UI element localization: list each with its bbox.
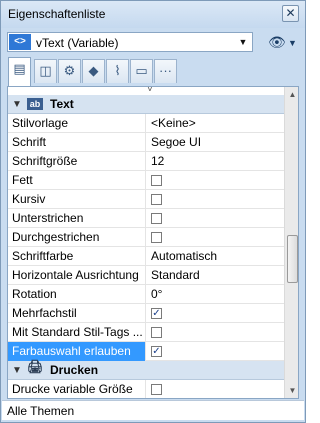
property-value — [147, 209, 283, 228]
scroll-down-icon[interactable]: ▼ — [285, 383, 298, 398]
property-value — [147, 380, 283, 398]
property-row-farbauswahl-erlauben[interactable]: Farbauswahl erlauben ✓ — [8, 342, 284, 361]
group-label: Text — [50, 97, 74, 111]
checkbox-checked[interactable]: ✓ — [151, 346, 162, 357]
vertical-scrollbar[interactable]: ▲ ▼ — [284, 87, 298, 398]
group-header-drucken[interactable]: ▼ 🖨 Drucken — [8, 359, 284, 380]
checkbox[interactable] — [151, 232, 162, 243]
property-value — [147, 190, 283, 209]
scrollbar-thumb[interactable] — [287, 235, 298, 283]
chart-icon: ⌇ — [114, 63, 121, 78]
property-label: Durchgestrichen — [8, 228, 146, 247]
window-title: Eigenschaftenliste — [8, 7, 106, 21]
property-row-schrift[interactable]: Schrift Segoe UI — [8, 133, 284, 152]
property-label: Unterstrichen — [8, 209, 146, 228]
property-row-fett[interactable]: Fett — [8, 171, 284, 190]
property-value — [147, 323, 283, 342]
object-selector[interactable]: <> vText (Variable) ▼ — [7, 32, 253, 52]
property-row-schriftgroesse[interactable]: Schriftgröße 12 — [8, 152, 284, 171]
scroll-up-icon[interactable]: ▲ — [285, 87, 298, 102]
tab-settings[interactable]: ⚙ — [58, 59, 81, 83]
property-label: Horizontale Ausrichtung — [8, 266, 146, 285]
property-row-horizontale-ausrichtung[interactable]: Horizontale Ausrichtung Standard — [8, 266, 284, 285]
title-bar[interactable]: Eigenschaftenliste ✕ — [1, 1, 305, 28]
checkbox[interactable] — [151, 213, 162, 224]
property-label: Mehrfachstil — [8, 304, 146, 323]
cut-off-row-indicator: ˅ — [147, 86, 153, 95]
chevron-down-icon: ▼ — [288, 38, 297, 48]
shapes-icon: ◆ — [88, 63, 99, 78]
property-value[interactable]: Segoe UI — [147, 133, 283, 152]
property-row-stilvorlage[interactable]: Stilvorlage <Keine> — [8, 114, 284, 133]
property-value[interactable]: 12 — [147, 152, 283, 171]
property-row-unterstrichen[interactable]: Unterstrichen — [8, 209, 284, 228]
gear-icon: ⚙ — [63, 63, 76, 78]
property-label: Rotation — [8, 285, 146, 304]
printer-icon: 🖨 — [27, 359, 44, 374]
property-row-mehrfachstil[interactable]: Mehrfachstil ✓ — [8, 304, 284, 323]
property-value[interactable]: 0° — [147, 285, 283, 304]
property-label: Drucke variable Größe — [8, 380, 146, 398]
checkbox[interactable] — [151, 327, 162, 338]
group-header-text[interactable]: ▼ ab Text — [8, 95, 284, 114]
tab-shapes[interactable]: ◆ — [82, 59, 105, 83]
property-value — [147, 228, 283, 247]
checkbox[interactable] — [151, 194, 162, 205]
group-label: Drucken — [50, 363, 99, 377]
property-grid: ˅ ▼ ab Text Stilvorlage <Keine> Schrift … — [7, 86, 299, 399]
eye-icon: 👁 — [268, 34, 286, 50]
property-row-drucke-variable-groesse[interactable]: Drucke variable Größe — [8, 380, 284, 398]
tab-layout[interactable]: ◫ — [34, 59, 57, 83]
property-label: Schrift — [8, 133, 146, 152]
list-icon: ▤ — [13, 61, 26, 76]
property-value — [147, 171, 283, 190]
property-value[interactable]: <Keine> — [147, 114, 283, 133]
view-options-button[interactable]: 👁 ▼ — [266, 32, 300, 52]
checkbox[interactable] — [151, 384, 162, 395]
close-button[interactable]: ✕ — [282, 5, 299, 22]
property-value[interactable]: Automatisch — [147, 247, 283, 266]
checkbox[interactable] — [151, 175, 162, 186]
property-label: Mit Standard Stil-Tags ... — [8, 323, 146, 342]
status-bar: Alle Themen — [2, 400, 304, 420]
status-text: Alle Themen — [7, 404, 75, 418]
category-tab-bar: ▤ ◫ ⚙ ◆ ⌇ ▭ ··· — [7, 57, 299, 87]
property-row-schriftfarbe[interactable]: Schriftfarbe Automatisch — [8, 247, 284, 266]
property-label: Fett — [8, 171, 146, 190]
monitor-icon: ▭ — [135, 63, 148, 78]
layout-icon: ◫ — [39, 63, 52, 78]
close-icon: ✕ — [285, 6, 296, 20]
checkbox-checked[interactable]: ✓ — [151, 308, 162, 319]
property-list-window: Eigenschaftenliste ✕ <> vText (Variable)… — [0, 0, 306, 423]
property-label: Kursiv — [8, 190, 146, 209]
property-value: ✓ — [147, 342, 283, 361]
property-value[interactable]: Standard — [147, 266, 283, 285]
collapse-icon[interactable]: ▼ — [12, 95, 22, 114]
text-variable-icon: ab — [27, 98, 43, 110]
tab-properties[interactable]: ▤ — [8, 57, 31, 86]
tab-display[interactable]: ▭ — [130, 59, 153, 83]
object-nav-arrows-icon[interactable]: <> — [9, 34, 31, 50]
property-row-durchgestrichen[interactable]: Durchgestrichen — [8, 228, 284, 247]
property-value: ✓ — [147, 304, 283, 323]
tab-more[interactable]: ··· — [154, 59, 177, 83]
property-label: Stilvorlage — [8, 114, 146, 133]
more-icon: ··· — [159, 63, 172, 78]
tab-chart[interactable]: ⌇ — [106, 59, 129, 83]
property-label: Schriftgröße — [8, 152, 146, 171]
object-selector-value: vText (Variable) — [36, 36, 119, 50]
chevron-down-icon[interactable]: ▼ — [236, 35, 250, 49]
property-label: Schriftfarbe — [8, 247, 146, 266]
collapse-icon[interactable]: ▼ — [12, 361, 22, 380]
property-row-kursiv[interactable]: Kursiv — [8, 190, 284, 209]
property-row-mit-standard-stil-tags[interactable]: Mit Standard Stil-Tags ... — [8, 323, 284, 342]
property-row-rotation[interactable]: Rotation 0° — [8, 285, 284, 304]
